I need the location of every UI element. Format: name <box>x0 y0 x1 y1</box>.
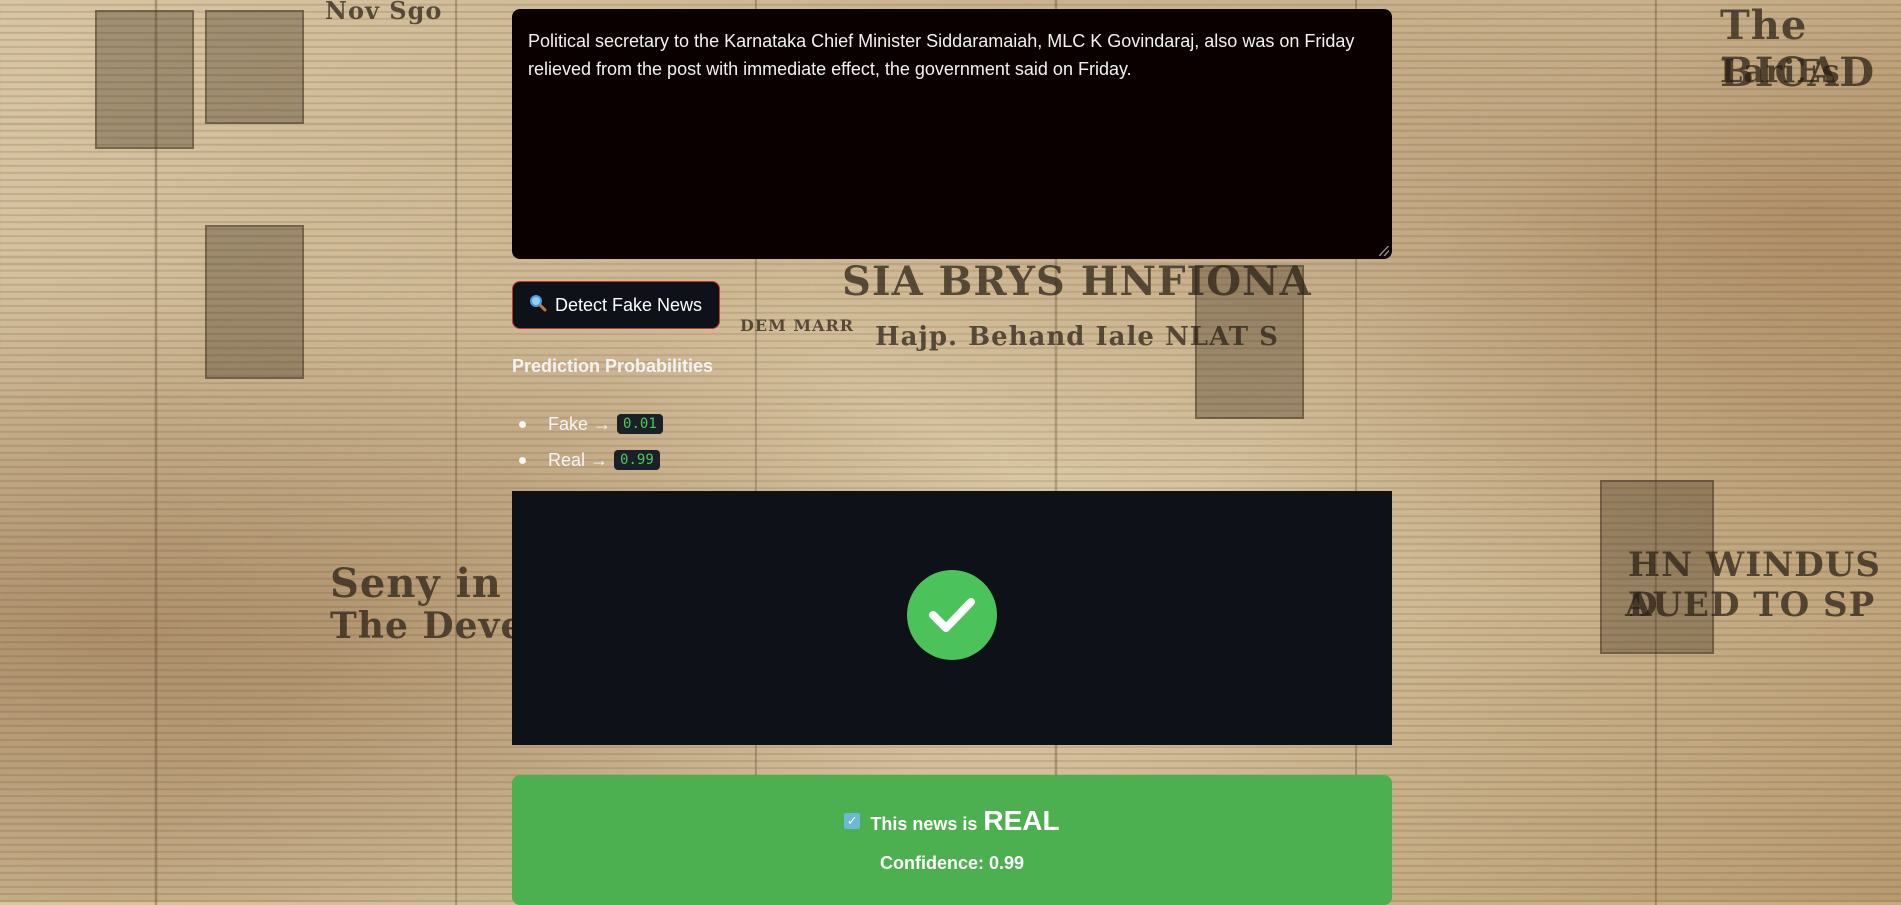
background-photo <box>95 10 194 149</box>
magnifier-icon <box>529 294 547 317</box>
background-headline: DEM MARR <box>740 316 855 335</box>
background-headline: Hajp. Behand Iale NLAT S <box>875 322 1279 352</box>
prediction-probabilities-title: Prediction Probabilities <box>512 356 714 376</box>
probability-label: Real <box>548 449 586 470</box>
background-headline: AUED TO SP <box>1625 585 1876 625</box>
background-photo <box>205 10 304 124</box>
background-photo <box>1600 480 1714 654</box>
detect-fake-news-button[interactable]: Detect Fake News <box>512 281 720 329</box>
check-circle-icon <box>907 570 997 660</box>
resize-handle-icon[interactable] <box>1379 246 1389 256</box>
background-headline: SIA BRYS HNFIONA <box>842 258 1312 305</box>
checkbox-icon: ✓ <box>844 813 861 829</box>
probability-label: Fake <box>548 413 589 434</box>
background-photo <box>205 225 304 379</box>
probability-value: 0.01 <box>617 414 663 434</box>
result-animation-panel <box>512 491 1392 745</box>
list-item: Fake → 0.01 <box>512 406 663 442</box>
background-headline: HN WINDUS D <box>1628 545 1881 625</box>
verdict-prefix: This news is <box>870 814 978 834</box>
background-photo <box>1195 265 1304 419</box>
probability-list: Fake → 0.01 Real → 0.99 <box>512 406 663 478</box>
news-text-input[interactable]: Political secretary to the Karnataka Chi… <box>512 9 1392 259</box>
list-item: Real → 0.99 <box>512 442 663 478</box>
probability-value: 0.99 <box>614 450 660 470</box>
verdict-label: REAL <box>983 805 1060 836</box>
background-headline: LariEs <box>1720 52 1841 90</box>
detect-button-label: Detect Fake News <box>555 294 703 315</box>
background-headline: Nov Sgo <box>325 0 443 25</box>
arrow-icon: → <box>590 449 609 470</box>
verdict-line: ✓ This news is REAL <box>512 805 1392 837</box>
confidence-text: Confidence: 0.99 <box>879 853 1025 873</box>
news-text-value: Political secretary to the Karnataka Chi… <box>528 31 1355 79</box>
background-headline: The BICAD <box>1720 2 1876 96</box>
arrow-icon: → <box>593 413 612 434</box>
verdict-banner: ✓ This news is REAL Confidence: 0.99 <box>512 775 1392 905</box>
